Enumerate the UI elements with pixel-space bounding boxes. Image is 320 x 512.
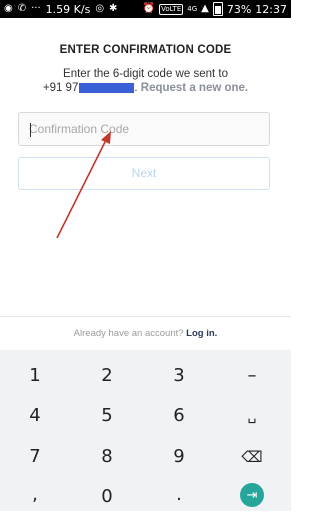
key-8[interactable]: 8 (77, 442, 137, 472)
confirmation-code-input[interactable] (19, 113, 269, 145)
alarm-icon: ⏰ (142, 3, 156, 14)
status-bar-right: ⏰ VoLTE 4G ▲ 73% 12:37 (143, 2, 287, 16)
request-new-code-link[interactable]: Request a new one. (141, 82, 248, 94)
hotspot-icon: ◎ (95, 3, 105, 14)
battery-icon (212, 2, 223, 16)
status-bar-left: ◉ ✆ ··· 1.59 K/s ◎ ✱ (4, 2, 117, 16)
text-cursor (30, 123, 31, 137)
instruction-text: Enter the 6-digit code we sent to +91 97… (0, 67, 291, 95)
login-prompt-text: Already have an account? (73, 328, 184, 339)
numeric-keyboard: 1 2 3 – 4 5 6 ␣ 7 8 9 ⌫ , 0 . ⇥ (0, 350, 291, 511)
chrome-icon: ◉ (4, 3, 13, 14)
key-6[interactable]: 6 (149, 401, 209, 431)
battery-percent: 73% (226, 2, 252, 16)
key-9[interactable]: 9 (149, 442, 209, 472)
key-0[interactable]: 0 (77, 482, 137, 512)
enter-key[interactable]: ⇥ (240, 483, 264, 507)
backspace-key[interactable]: ⌫ (222, 442, 282, 472)
key-minus[interactable]: – (222, 361, 282, 391)
clock: 12:37 (255, 2, 287, 16)
key-7[interactable]: 7 (5, 442, 65, 472)
confirmation-code-field[interactable] (18, 112, 270, 146)
instruction-line-2: +91 97. Request a new one. (0, 81, 291, 95)
key-1[interactable]: 1 (5, 361, 65, 391)
next-button[interactable]: Next (18, 157, 270, 190)
volte-badge: VoLTE (159, 3, 184, 15)
login-link[interactable]: Log in. (186, 328, 217, 339)
key-3[interactable]: 3 (149, 361, 209, 391)
network-speed: 1.59 K/s (45, 2, 91, 16)
key-5[interactable]: 5 (77, 401, 137, 431)
key-space[interactable]: ␣ (222, 401, 282, 431)
instruction-line-1: Enter the 6-digit code we sent to (63, 68, 228, 80)
divider (0, 316, 291, 317)
key-2[interactable]: 2 (77, 361, 137, 391)
phone-prefix: +91 97 (42, 82, 79, 94)
key-period[interactable]: . (149, 480, 209, 510)
key-4[interactable]: 4 (5, 401, 65, 431)
signal-icon: ▲ (201, 3, 209, 14)
phone-redaction (79, 82, 135, 93)
page-title: ENTER CONFIRMATION CODE (59, 44, 232, 56)
bluetooth-icon: ✱ (109, 3, 118, 14)
key-comma[interactable]: , (5, 480, 65, 510)
login-prompt: Already have an account? Log in. (0, 328, 291, 339)
more-icon: ··· (31, 3, 41, 14)
whatsapp-icon: ✆ (17, 3, 27, 14)
phone-suffix: . (134, 82, 138, 94)
status-bar: ◉ ✆ ··· 1.59 K/s ◎ ✱ ⏰ VoLTE 4G ▲ 73% 12… (0, 0, 291, 18)
network-type: 4G (187, 5, 198, 13)
